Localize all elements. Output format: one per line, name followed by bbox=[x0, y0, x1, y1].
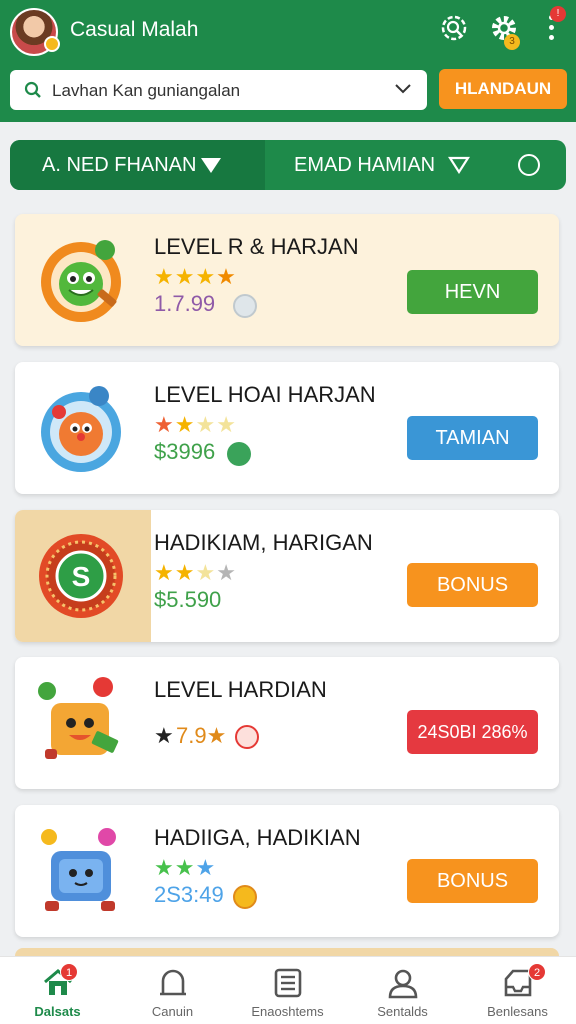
star-rating: ★★★★ bbox=[154, 264, 237, 289]
search-settings-icon[interactable] bbox=[438, 12, 470, 44]
card-action-button[interactable]: BONUS bbox=[407, 563, 538, 607]
star-rating: ★★★★ bbox=[154, 560, 237, 585]
nav-label: Benlesans bbox=[487, 1004, 548, 1019]
tab-bar: A. NED FHANAN EMAD HAMIAN bbox=[10, 140, 566, 190]
card-title: LEVEL R & HARJAN bbox=[154, 234, 359, 259]
card-title: LEVEL HARDIAN bbox=[154, 677, 327, 702]
star-rating: ★★★★ bbox=[154, 412, 237, 437]
star-rating: ★★★ bbox=[154, 855, 217, 880]
dollar-coin-icon: S bbox=[39, 534, 123, 618]
card-title: HADIIGA, HADIKIAN bbox=[154, 825, 361, 850]
level-card[interactable]: S HADIKIAM, HARIGAN ★★★★ $5.590 BONUS bbox=[15, 510, 559, 642]
card-action-button[interactable]: 24S0BI 286% bbox=[407, 710, 538, 754]
tab-label: A. NED FHANAN bbox=[42, 154, 197, 176]
nav-label: Sentalds bbox=[377, 1004, 428, 1019]
red-coin-icon bbox=[235, 725, 259, 749]
level-card[interactable]: LEVEL HOAI HARJAN ★★★★ $3996 TAMIAN bbox=[15, 362, 559, 494]
nav-item-canuin[interactable]: Canuin bbox=[115, 957, 230, 1024]
list-icon bbox=[274, 968, 302, 998]
level-card[interactable]: LEVEL R & HARJAN ★★★★ 1.7.99 HEVN bbox=[15, 214, 559, 346]
search-input[interactable]: Lavhan Kan guniangalan bbox=[10, 70, 427, 110]
nav-label: Enaoshtems bbox=[251, 1004, 324, 1019]
nav-item-benlesans[interactable]: 2 Benlesans bbox=[460, 957, 575, 1024]
check-badge-icon bbox=[227, 442, 251, 466]
card-price: 1.7.99 bbox=[154, 291, 216, 316]
settings-badge: 3 bbox=[504, 34, 520, 50]
card-price: $3996 bbox=[154, 439, 216, 464]
circle-icon[interactable] bbox=[518, 154, 540, 176]
user-name: Casual Malah bbox=[70, 18, 199, 41]
card-action-button[interactable]: TAMIAN bbox=[407, 416, 538, 460]
card-action-button[interactable]: BONUS bbox=[407, 859, 538, 903]
search-icon bbox=[24, 81, 41, 98]
clown-mascot-icon bbox=[41, 386, 121, 472]
silver-coin-icon bbox=[233, 294, 257, 318]
box-mascot-icon bbox=[38, 677, 119, 759]
nav-badge: 1 bbox=[60, 963, 78, 981]
nav-label: Dalsats bbox=[34, 1004, 81, 1019]
app-header: Casual Malah 3 ! Lavhan Kan guniangalan … bbox=[0, 0, 576, 122]
card-price: 2S3:49 bbox=[154, 882, 224, 907]
bottom-navigation: 1 Dalsats Canuin Enaoshtems Sentalds 2 B… bbox=[0, 956, 576, 1024]
card-price: 7.9★ bbox=[176, 723, 227, 748]
frog-mascot-icon bbox=[41, 240, 121, 322]
nav-item-sentalds[interactable]: Sentalds bbox=[345, 957, 460, 1024]
svg-text:S: S bbox=[72, 561, 91, 592]
star-rating: ★ bbox=[154, 723, 175, 748]
nav-label: Canuin bbox=[151, 1004, 194, 1019]
nav-badge: 2 bbox=[528, 963, 546, 981]
notification-badge: ! bbox=[550, 6, 566, 22]
triangle-outline-icon[interactable] bbox=[448, 156, 470, 174]
avatar-coin-badge bbox=[44, 36, 60, 52]
card-title: LEVEL HOAI HARJAN bbox=[154, 382, 376, 407]
tab-label[interactable]: EMAD HAMIAN bbox=[294, 154, 435, 177]
nav-item-enaoshtems[interactable]: Enaoshtems bbox=[230, 957, 345, 1024]
header-action-button[interactable]: HLANDAUN bbox=[439, 69, 567, 109]
card-action-button[interactable]: HEVN bbox=[407, 270, 538, 314]
profile-icon bbox=[388, 969, 418, 999]
level-card[interactable]: LEVEL HARDIAN ★ 7.9★ 24S0BI 286% bbox=[15, 657, 559, 789]
tv-mascot-icon bbox=[41, 828, 116, 911]
card-title: HADIKIAM, HARIGAN bbox=[154, 530, 373, 555]
chevron-down-icon[interactable] bbox=[394, 83, 412, 95]
nav-item-dalsats[interactable]: 1 Dalsats bbox=[0, 957, 115, 1024]
triangle-down-icon[interactable] bbox=[200, 156, 222, 174]
gold-coin-icon bbox=[233, 885, 257, 909]
card-price: $5.590 bbox=[154, 587, 222, 612]
level-card[interactable]: HADIIGA, HADIKIAN ★★★ 2S3:49 BONUS bbox=[15, 805, 559, 937]
search-value: Lavhan Kan guniangalan bbox=[52, 81, 241, 100]
chat-icon bbox=[160, 969, 186, 996]
